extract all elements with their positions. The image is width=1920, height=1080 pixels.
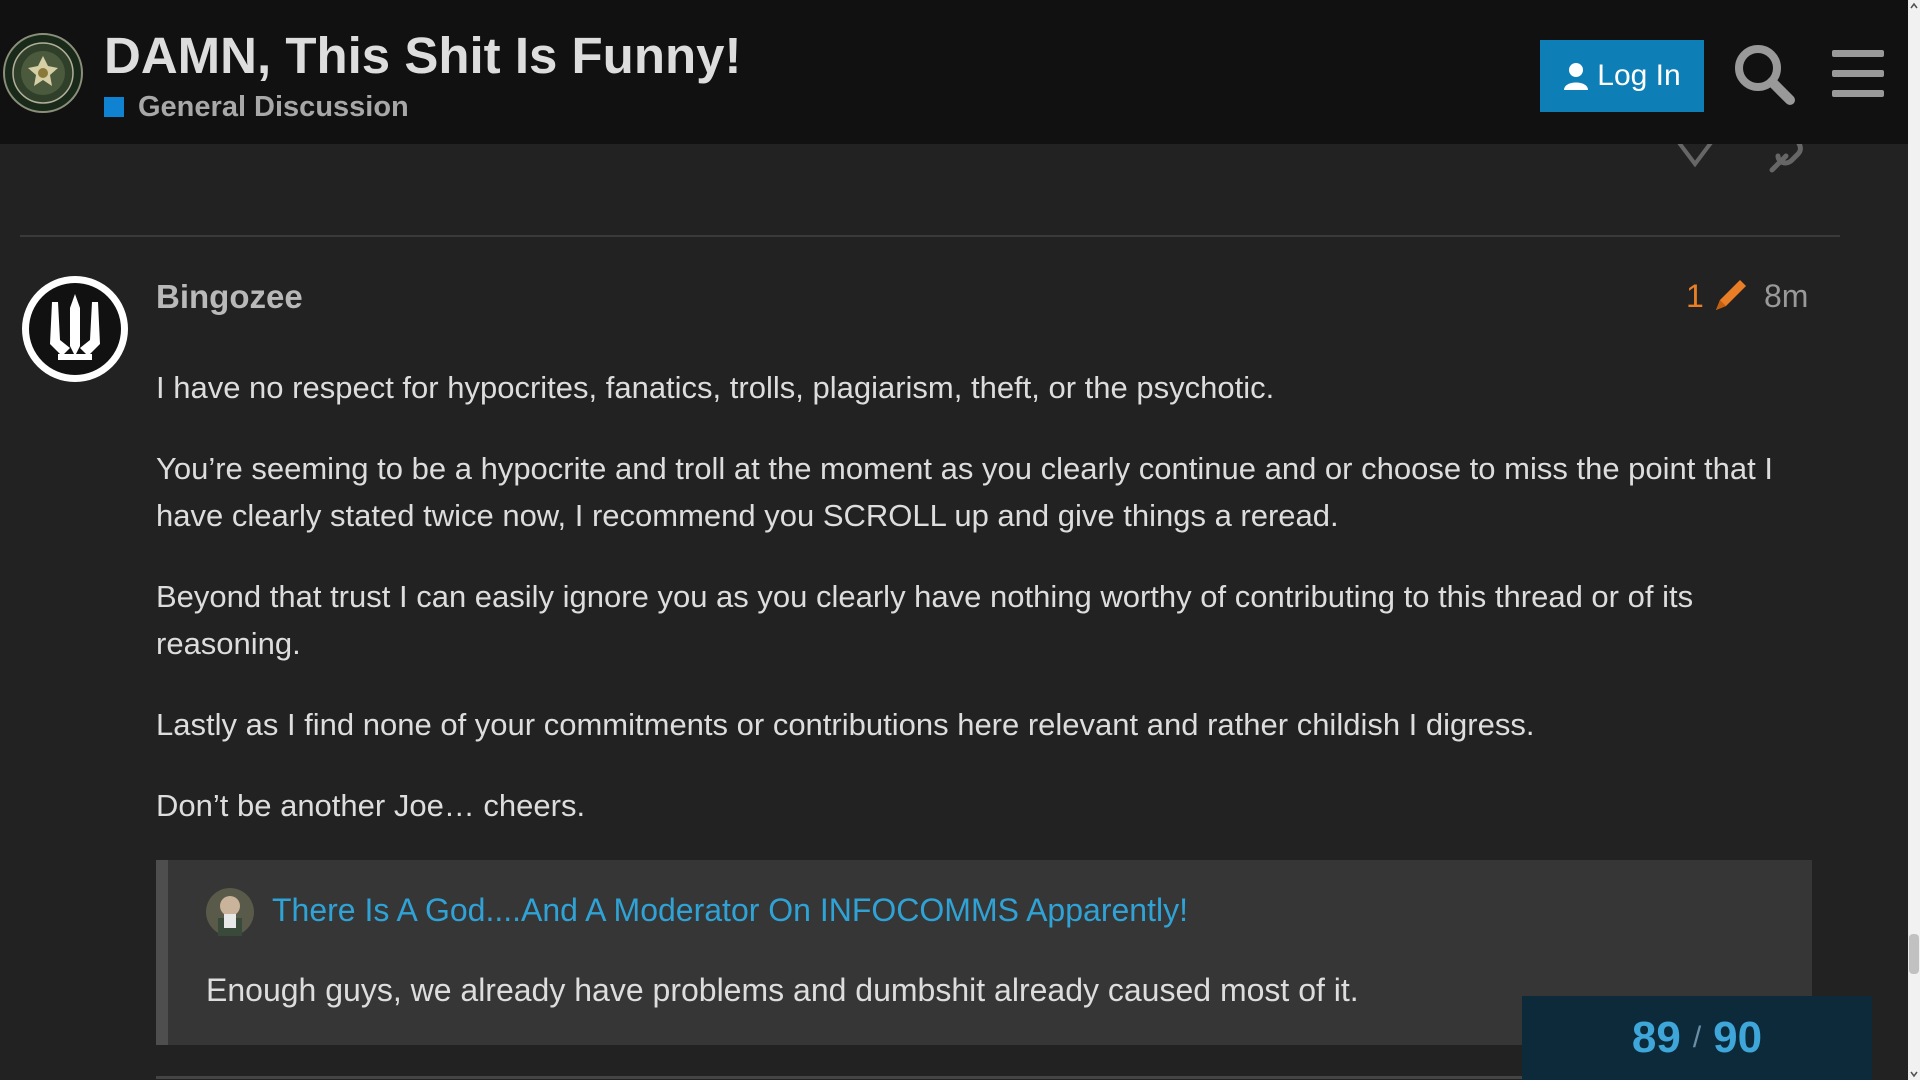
topic-title[interactable]: DAMN, This Shit Is Funny! bbox=[104, 26, 741, 85]
login-label: Log In bbox=[1597, 59, 1681, 92]
quote-topic-link[interactable]: There Is A God....And A Moderator On INF… bbox=[272, 892, 1188, 929]
site-logo[interactable] bbox=[2, 32, 84, 114]
site-header: DAMN, This Shit Is Funny! General Discus… bbox=[0, 0, 1908, 144]
post-paragraph: I have no respect for hypocrites, fanati… bbox=[156, 370, 1275, 405]
category-label: General Discussion bbox=[138, 90, 409, 123]
progress-current: 89 bbox=[1631, 1013, 1681, 1062]
login-button[interactable]: Log In bbox=[1540, 40, 1704, 112]
edit-count[interactable]: 1 bbox=[1686, 278, 1704, 315]
quote-text: Enough guys, we already have problems an… bbox=[206, 972, 1359, 1008]
scrollbar-thumb[interactable] bbox=[1909, 934, 1919, 974]
hamburger-menu-icon[interactable] bbox=[1830, 48, 1886, 100]
user-icon bbox=[1564, 63, 1589, 90]
post-paragraph: Beyond that trust I can easily ignore yo… bbox=[156, 579, 1694, 661]
post-paragraph: Lastly as I find none of your commitment… bbox=[156, 707, 1535, 742]
avatar[interactable] bbox=[20, 274, 130, 384]
scrollbar[interactable] bbox=[1908, 0, 1920, 1080]
topic-progress[interactable]: 89 / 90 bbox=[1522, 996, 1872, 1080]
search-icon[interactable] bbox=[1732, 42, 1796, 106]
post-username[interactable]: Bingozee bbox=[156, 278, 303, 316]
pencil-icon[interactable] bbox=[1712, 276, 1750, 314]
post-paragraph: Don’t be another Joe… cheers. bbox=[156, 788, 586, 823]
category-color-square bbox=[104, 97, 124, 117]
progress-separator: / bbox=[1692, 1021, 1702, 1054]
post-body: I have no respect for hypocrites, fanati… bbox=[156, 364, 1816, 863]
category-badge[interactable]: General Discussion bbox=[104, 90, 409, 124]
scroll-down-arrow-icon[interactable] bbox=[1910, 1070, 1918, 1078]
post-paragraph: You’re seeming to be a hypocrite and tro… bbox=[156, 451, 1773, 533]
post-divider bbox=[20, 235, 1840, 237]
scroll-up-arrow-icon[interactable] bbox=[1910, 2, 1918, 10]
post-time[interactable]: 8m bbox=[1764, 278, 1808, 315]
quote-avatar[interactable] bbox=[206, 888, 254, 936]
progress-total: 90 bbox=[1713, 1013, 1763, 1062]
